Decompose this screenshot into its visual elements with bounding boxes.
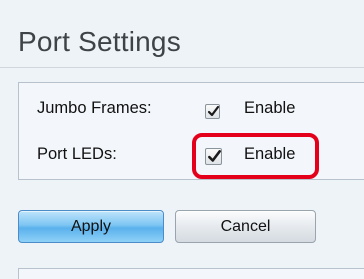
jumbo-frames-enable-label[interactable]: Enable (244, 99, 295, 118)
cancel-button[interactable]: Cancel (175, 210, 316, 243)
jumbo-frames-label: Jumbo Frames: (37, 99, 152, 117)
apply-button[interactable]: Apply (18, 210, 164, 243)
port-leds-label: Port LEDs: (37, 145, 117, 163)
page-title: Port Settings (18, 26, 181, 57)
next-panel-edge (18, 268, 364, 279)
title-divider (0, 67, 364, 68)
port-leds-highlight-box (192, 133, 319, 179)
checkmark-icon (207, 105, 220, 117)
jumbo-frames-checkbox[interactable] (205, 104, 220, 119)
